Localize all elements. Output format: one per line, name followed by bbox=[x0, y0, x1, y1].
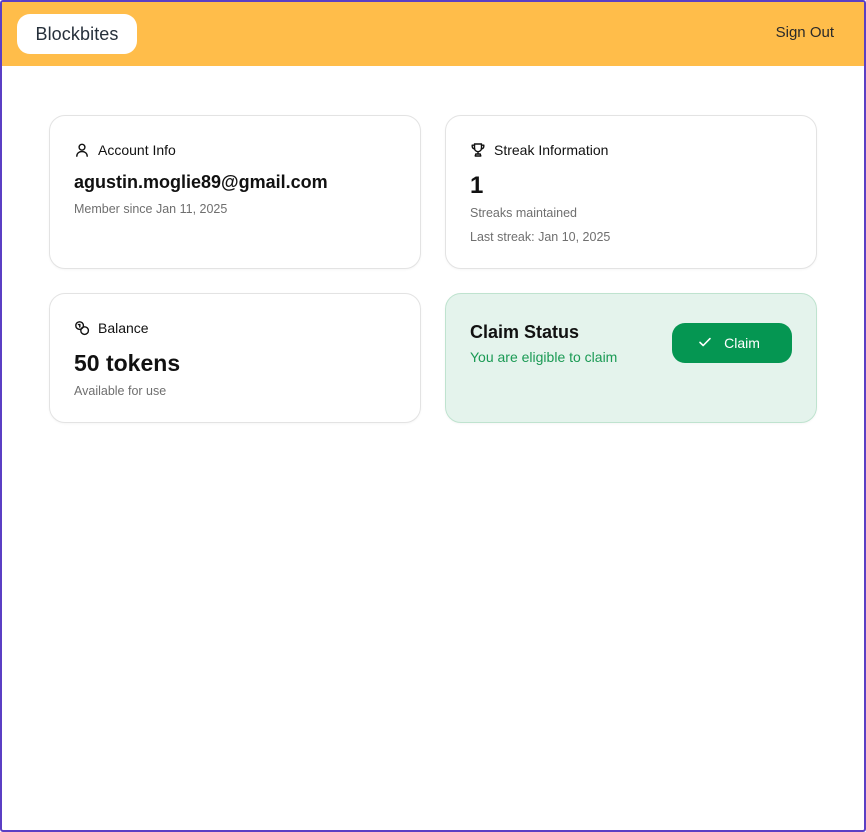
account-info-card: Account Info agustin.moglie89@gmail.com … bbox=[49, 115, 421, 269]
balance-amount: 50 tokens bbox=[74, 350, 181, 376]
streak-info-header: Streak Information bbox=[470, 142, 608, 158]
claim-button[interactable]: Claim bbox=[672, 323, 792, 363]
streak-info-card: Streak Information 1 Streaks maintained … bbox=[445, 115, 817, 269]
account-info-header: Account Info bbox=[74, 142, 176, 158]
member-since: Member since Jan 11, 2025 bbox=[74, 202, 228, 216]
brand-logo[interactable]: Blockbites bbox=[17, 14, 137, 54]
top-bar: Blockbites Sign Out bbox=[2, 2, 864, 66]
last-streak: Last streak: Jan 10, 2025 bbox=[470, 230, 611, 244]
check-icon bbox=[698, 335, 712, 352]
balance-card: Balance 50 tokens Available for use bbox=[49, 293, 421, 423]
streak-info-title: Streak Information bbox=[494, 142, 609, 158]
claim-button-label: Claim bbox=[724, 335, 760, 351]
balance-title: Balance bbox=[98, 320, 149, 336]
claim-status-title: Claim Status bbox=[470, 322, 580, 342]
sign-out-button[interactable]: Sign Out bbox=[776, 24, 834, 41]
balance-caption: Available for use bbox=[74, 384, 167, 398]
app-window: Blockbites Sign Out Account Info agustin… bbox=[0, 0, 866, 832]
streak-count-label: Streaks maintained bbox=[470, 206, 578, 220]
claim-status-card: Claim Status You are eligible to claim C… bbox=[445, 293, 817, 423]
account-info-title: Account Info bbox=[98, 142, 176, 158]
claim-eligibility-text: You are eligible to claim bbox=[470, 349, 618, 365]
streak-count: 1 bbox=[470, 172, 484, 199]
user-icon bbox=[74, 142, 90, 158]
trophy-icon bbox=[470, 142, 486, 158]
account-email: agustin.moglie89@gmail.com bbox=[74, 172, 328, 192]
balance-header: Balance bbox=[74, 320, 149, 336]
coins-icon bbox=[74, 320, 90, 336]
